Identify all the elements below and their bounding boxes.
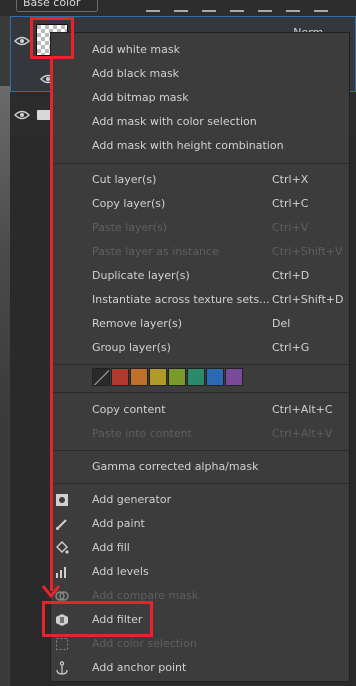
toolbar-tool-icon[interactable]	[230, 0, 244, 12]
menu-item-add-mask-color-selection[interactable]: Add mask with color selection	[51, 110, 351, 134]
annotation-arrowhead-icon	[41, 585, 61, 598]
menu-item-add-bitmap-mask[interactable]: Add bitmap mask	[51, 86, 351, 110]
menu-item-cut-layers[interactable]: Cut layer(s) Ctrl+X	[51, 168, 351, 192]
menu-item-instantiate-across-texture-sets[interactable]: Instantiate across texture sets... Ctrl+S…	[51, 288, 351, 312]
brush-icon	[56, 519, 67, 530]
swatch-red[interactable]	[111, 368, 129, 386]
toolbar-tool-icon[interactable]	[286, 0, 300, 12]
toolbar-tool-icon[interactable]	[258, 0, 272, 12]
menu-item-add-generator[interactable]: Add generator	[51, 488, 351, 512]
viewport-edge	[0, 16, 10, 686]
menu-item-copy-content[interactable]: Copy content Ctrl+Alt+C	[51, 398, 351, 422]
toolbar-tool-icon[interactable]	[174, 0, 188, 12]
menu-item-duplicate-layers[interactable]: Duplicate layer(s) Ctrl+D	[51, 264, 351, 288]
layer-context-menu: Add white mask Add black mask Add bitmap…	[50, 32, 350, 682]
toolbar-tool-icon[interactable]	[146, 0, 160, 12]
visibility-eye-icon[interactable]	[14, 36, 30, 46]
fill-bucket-icon	[56, 541, 69, 554]
menu-item-gamma-corrected-alpha[interactable]: Gamma corrected alpha/mask	[51, 455, 351, 479]
anchor-icon	[56, 661, 68, 675]
swatch-none[interactable]	[92, 368, 110, 386]
menu-item-add-fill[interactable]: Add fill	[51, 536, 351, 560]
swatch-purple[interactable]	[225, 368, 243, 386]
menu-item-add-white-mask[interactable]: Add white mask	[51, 38, 351, 62]
folder-visibility-eye-icon[interactable]	[14, 110, 30, 120]
menu-item-add-levels[interactable]: Add levels	[51, 560, 351, 584]
menu-item-add-black-mask[interactable]: Add black mask	[51, 62, 351, 86]
swatch-olive[interactable]	[168, 368, 186, 386]
highlight-box-add-filter	[42, 601, 153, 637]
menu-separator	[51, 163, 349, 164]
menu-item-remove-layers[interactable]: Remove layer(s) Del	[51, 312, 351, 336]
menu-separator	[51, 392, 349, 393]
menu-separator	[51, 450, 349, 451]
menu-item-add-anchor-point[interactable]: Add anchor point	[51, 656, 351, 680]
levels-icon	[56, 567, 66, 578]
menu-separator	[51, 364, 349, 365]
channel-select[interactable]: Base color	[16, 0, 98, 12]
menu-item-add-paint[interactable]: Add paint	[51, 512, 351, 536]
color-selection-icon	[56, 638, 68, 650]
highlight-box-thumbnail	[30, 17, 74, 59]
generator-icon	[56, 494, 68, 506]
menu-item-add-mask-height-combination[interactable]: Add mask with height combination	[51, 134, 351, 158]
layer-color-swatches	[92, 368, 244, 388]
annotation-arrow-line	[50, 59, 53, 591]
menu-item-paste-layers: Paste layer(s) Ctrl+V	[92, 221, 309, 234]
toolbar-tool-icon[interactable]	[314, 0, 328, 12]
menu-item-group-layers[interactable]: Group layer(s) Ctrl+G	[51, 336, 351, 360]
menu-item-copy-layers[interactable]: Copy layer(s) Ctrl+C	[51, 192, 351, 216]
swatch-teal[interactable]	[187, 368, 205, 386]
swatch-blue[interactable]	[206, 368, 224, 386]
folder-icon	[37, 110, 51, 120]
menu-item-paste-into-content: Paste into content Ctrl+Alt+V	[92, 427, 333, 440]
menu-item-paste-layer-instance: Paste layer as instance Ctrl+Shift+V	[92, 245, 343, 258]
menu-separator	[51, 483, 349, 484]
swatch-orange[interactable]	[130, 368, 148, 386]
toolbar-tool-icon[interactable]	[202, 0, 216, 12]
swatch-yellow[interactable]	[149, 368, 167, 386]
